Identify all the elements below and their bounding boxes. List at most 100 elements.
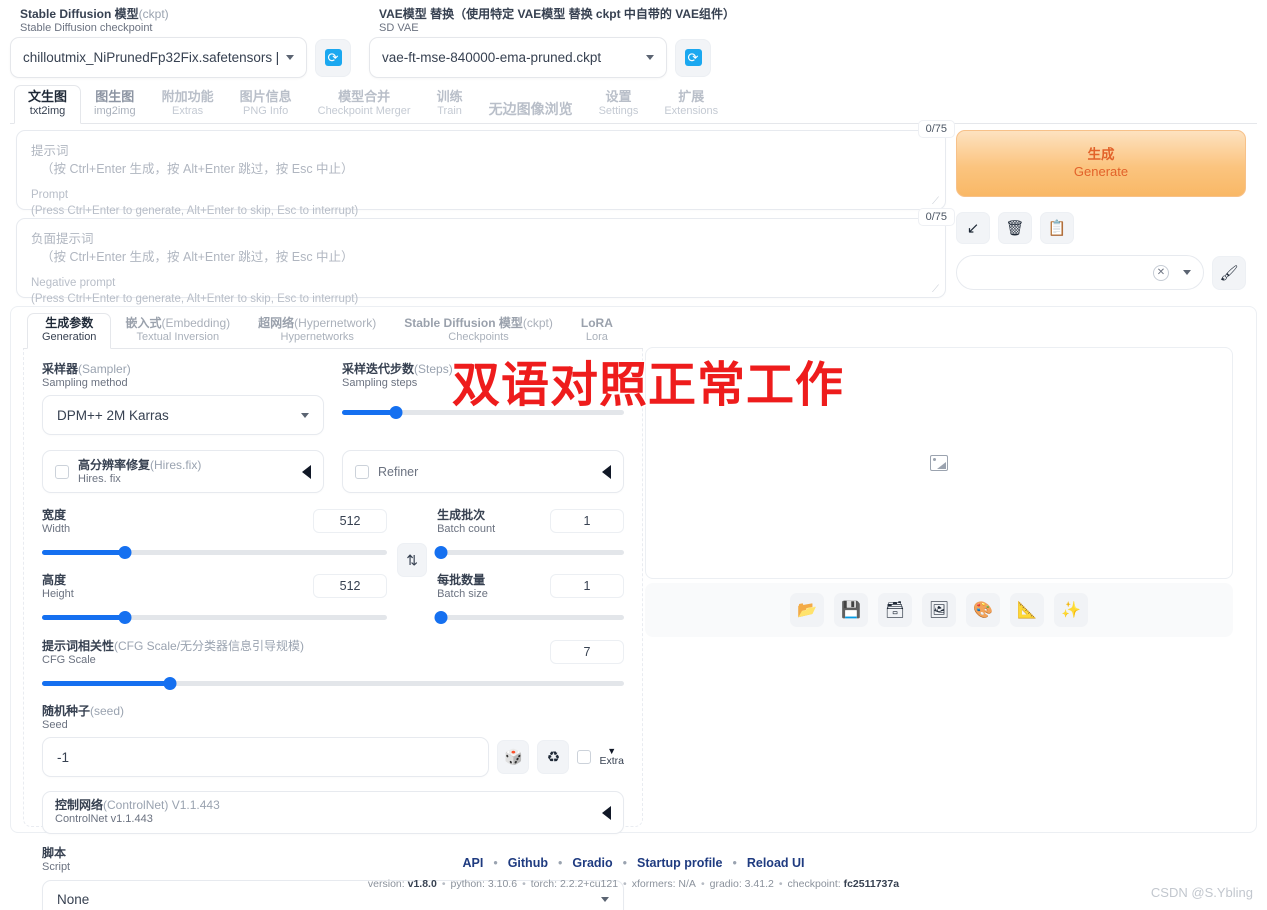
seed-input[interactable]: -1 [42, 737, 490, 778]
tab-checkpoint-merger[interactable]: 模型合并 Checkpoint Merger [305, 86, 424, 123]
tab-png-info[interactable]: 图片信息 PNG Info [227, 86, 305, 123]
subtab-generation[interactable]: 生成参数 Generation [27, 313, 112, 349]
file-box-icon: 🗃 [884, 602, 906, 619]
triangle-down-icon: ▼ [607, 746, 617, 757]
save-button[interactable]: 💾 [834, 593, 868, 627]
negative-prompt-textarea[interactable]: 0/75 负面提示词 （按 Ctrl+Enter 生成，按 Alt+Enter … [16, 208, 955, 305]
slider-thumb[interactable] [163, 677, 177, 691]
footer-link-gradio[interactable]: Gradio [572, 856, 612, 870]
steps-slider[interactable] [342, 405, 624, 419]
chevron-left-icon[interactable] [602, 464, 611, 479]
tab-img2img[interactable]: 图生图 img2img [81, 86, 149, 123]
recycle-icon: ♻ [546, 749, 561, 767]
vae-value: vae-ft-mse-840000-ema-pruned.ckpt [382, 50, 602, 66]
height-field: 高度 Height 512 [42, 572, 388, 600]
cfg-input[interactable]: 7 [550, 640, 624, 665]
clear-icon[interactable]: ✕ [1153, 264, 1169, 281]
resize-grip-icon[interactable]: ⟋ [932, 197, 942, 207]
hires-fix-checkbox[interactable] [55, 464, 69, 479]
width-slider[interactable] [42, 546, 388, 560]
footer-link-reload-ui[interactable]: Reload UI [747, 856, 805, 870]
slider-thumb[interactable] [118, 610, 132, 624]
cfg-slider[interactable] [42, 677, 624, 691]
extra-seed-toggle[interactable]: ▼ Extra [599, 746, 624, 768]
batch-size-slider[interactable] [434, 610, 624, 624]
generate-column: 生成 Generate ↙ 🗑 📋 ✕ 🖌 [956, 130, 1246, 290]
output-gallery[interactable] [645, 347, 1233, 579]
checkpoint-dropdown[interactable]: chilloutmix_NiPrunedFp32Fix.safetensors … [10, 37, 307, 79]
send-to-extras-button[interactable]: 📐 [1010, 593, 1044, 627]
subtab-lora[interactable]: LoRA Lora [567, 314, 627, 348]
height-input[interactable]: 512 [313, 573, 388, 598]
slider-thumb[interactable] [389, 405, 403, 419]
generation-parameters: 采样器(Sampler) Sampling method DPM++ 2M Ka… [23, 349, 643, 910]
height-slider[interactable] [42, 610, 388, 624]
chevron-down-icon [1183, 270, 1191, 275]
prompt-placeholder-zh: 提示词 （按 Ctrl+Enter 生成，按 Alt+Enter 跳过，按 Es… [31, 144, 354, 177]
interrogate-arrow-button[interactable]: ↙ [956, 212, 990, 244]
send-to-upscale-button[interactable]: ✨ [1054, 593, 1088, 627]
footer-link-startup-profile[interactable]: Startup profile [637, 856, 722, 870]
vae-dropdown[interactable]: vae-ft-mse-840000-ema-pruned.ckpt [369, 37, 667, 79]
footer-link-api[interactable]: API [462, 856, 483, 870]
batch-group: 生成批次 Batch count 1 每批数量 Batch size 1 [434, 509, 624, 624]
footer: API • Github • Gradio • Startup profile • Reload… [0, 856, 1267, 890]
controlnet-accordion[interactable]: 控制网络(ControlNet) V1.1.443 ControlNet v1.… [42, 791, 624, 835]
height-label: 高度 Height [42, 572, 74, 600]
batch-size-input[interactable]: 1 [550, 573, 624, 598]
refresh-checkpoint-button[interactable]: ⟳ [315, 38, 351, 77]
subtab-textual-inversion[interactable]: 嵌入式(Embedding) Textual Inversion [111, 314, 244, 348]
random-seed-dice-button[interactable]: 🎲 [497, 740, 530, 775]
paintbrush-icon: 🖌 [1219, 264, 1239, 282]
vae-label-zh: VAE模型 替换（使用特定 VAE模型 替换 ckpt 中自带的 VAE组件） [379, 7, 736, 21]
slider-thumb[interactable] [434, 610, 448, 624]
arrow-down-left-icon: ↙ [966, 220, 980, 237]
styles-dropdown[interactable]: ✕ [956, 255, 1204, 290]
slider-thumb[interactable] [434, 546, 448, 560]
refiner-accordion[interactable]: Refiner [342, 450, 624, 494]
resize-grip-icon[interactable]: ⟋ [932, 285, 942, 295]
main-tab-bar: 文生图 txt2img 图生图 img2img 附加功能 Extras 图片信息… [10, 85, 1257, 124]
refresh-vae-button[interactable]: ⟳ [675, 38, 711, 77]
chevron-down-icon [646, 55, 654, 61]
width-input[interactable]: 512 [313, 509, 388, 534]
ruler-icon: 📐 [1017, 602, 1037, 619]
chevron-down-icon [601, 897, 609, 903]
stable-diffusion-webui: Stable Diffusion 模型(ckpt) Stable Diffusi… [0, 0, 1267, 910]
tab-extensions[interactable]: 扩展 Extensions [651, 86, 731, 123]
apply-style-button[interactable]: 🖌 [1212, 255, 1246, 290]
refiner-checkbox[interactable] [355, 464, 369, 479]
batch-count-input[interactable]: 1 [550, 509, 624, 534]
tab-txt2img[interactable]: 文生图 txt2img [14, 85, 82, 124]
footer-link-github[interactable]: Github [508, 856, 548, 870]
open-folder-button[interactable]: 📂 [790, 593, 824, 627]
subtab-hypernetworks[interactable]: 超网络(Hypernetwork) Hypernetworks [244, 314, 390, 348]
footer-links: API • Github • Gradio • Startup profile • Reload… [462, 856, 805, 870]
subtab-checkpoints[interactable]: Stable Diffusion 模型(ckpt) Checkpoints [390, 314, 567, 348]
tab-extras[interactable]: 附加功能 Extras [149, 86, 227, 123]
folder-icon: 📂 [797, 602, 817, 619]
chevron-left-icon[interactable] [302, 464, 311, 479]
prompt-textarea[interactable]: 0/75 提示词 （按 Ctrl+Enter 生成，按 Alt+Enter 跳过… [16, 120, 955, 217]
extra-seed-checkbox[interactable] [577, 750, 592, 765]
generate-button[interactable]: 生成 Generate [956, 130, 1246, 197]
tab-settings[interactable]: 设置 Settings [586, 86, 652, 123]
hires-fix-accordion[interactable]: 高分辨率修复(Hires.fix) Hires. fix [42, 450, 324, 494]
clear-prompt-button[interactable]: 🗑 [998, 212, 1032, 244]
tab-train[interactable]: 训练 Train [424, 86, 476, 123]
tab-infinite-image-browsing[interactable]: 无边图像浏览 [476, 90, 586, 123]
chevron-left-icon[interactable] [602, 805, 611, 820]
refresh-icon: ⟳ [684, 49, 702, 67]
send-to-img2img-button[interactable]: 🖼 [922, 593, 956, 627]
send-to-inpaint-button[interactable]: 🎨 [966, 593, 1000, 627]
reuse-seed-recycle-button[interactable]: ♻ [537, 740, 570, 775]
swap-dimensions-button[interactable]: ⇅ [397, 543, 428, 578]
slider-thumb[interactable] [118, 546, 132, 560]
vae-label: VAE模型 替换（使用特定 VAE模型 替换 ckpt 中自带的 VAE组件） … [379, 7, 736, 34]
sampler-dropdown[interactable]: DPM++ 2M Karras [42, 395, 324, 436]
prompt-tools-row: ↙ 🗑 📋 [956, 212, 1246, 244]
save-zip-button[interactable]: 🗃 [878, 593, 912, 627]
batch-count-slider[interactable] [434, 546, 624, 560]
checkpoint-label-en: Stable Diffusion checkpoint [20, 21, 153, 34]
paste-params-button[interactable]: 📋 [1040, 212, 1074, 244]
